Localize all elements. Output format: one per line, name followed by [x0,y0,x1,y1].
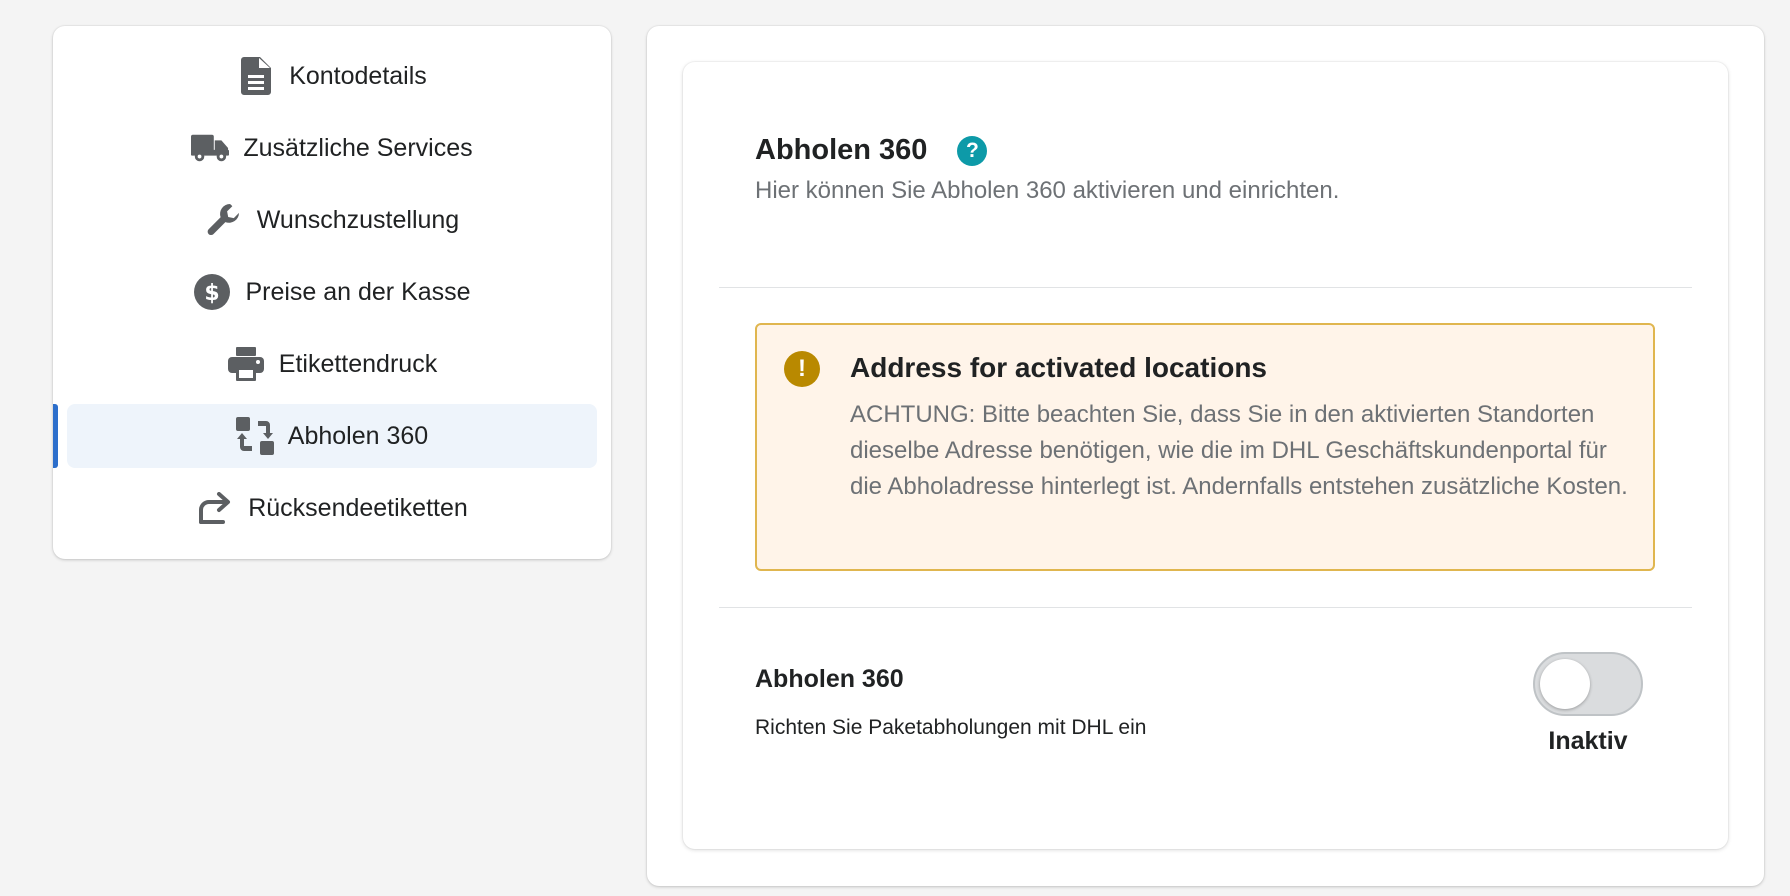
sidebar-item-abholen-360[interactable]: Abholen 360 [53,404,597,468]
setting-description: Richten Sie Paketabholungen mit DHL ein [755,716,1147,739]
printer-icon [227,345,265,383]
sidebar-item-label: Kontodetails [289,61,427,90]
svg-text:$: $ [205,281,220,306]
exchange-icon [235,417,274,455]
section-header: Abholen 360 ? Hier können Sie Abholen 36… [755,134,1655,205]
wrench-icon [205,201,243,239]
sidebar-item-kontodetails[interactable]: Kontodetails [67,44,597,108]
document-icon [237,57,275,95]
sidebar-item-zusaetzliche-services[interactable]: Zusätzliche Services [67,116,597,180]
abholen-settings-card: Abholen 360 ? Hier können Sie Abholen 36… [683,62,1728,849]
main-panel: Abholen 360 ? Hier können Sie Abholen 36… [647,26,1764,886]
truck-icon [191,129,230,167]
divider [719,287,1692,288]
sidebar-item-label: Wunschzustellung [256,205,460,234]
dollar-icon: $ [193,273,231,311]
sidebar-item-label: Zusätzliche Services [243,133,473,162]
sidebar-item-label: Preise an der Kasse [245,277,471,306]
divider [719,607,1692,608]
settings-sidebar: Kontodetails Zusätzliche Services Wunsch… [53,26,611,559]
question-icon[interactable]: ? [957,135,988,166]
sidebar-item-label: Abholen 360 [287,421,429,450]
setting-title: Abholen 360 [755,665,904,693]
sidebar-item-preise-an-der-kasse[interactable]: $ Preise an der Kasse [67,260,597,324]
banner-text: ACHTUNG: Bitte beachten Sie, dass Sie in… [850,401,1628,500]
return-arrow-icon [196,489,234,527]
abholen-360-toggle[interactable] [1533,652,1643,716]
warning-banner: ! Address for activated locations ACHTUN… [755,323,1655,571]
exclamation-icon: ! [784,351,820,387]
sidebar-item-label: Etikettendruck [278,349,438,378]
sidebar-item-wunschzustellung[interactable]: Wunschzustellung [67,188,597,252]
toggle-knob [1540,659,1590,709]
sidebar-item-ruecksendeetiketten[interactable]: Rücksendeetiketten [67,476,597,540]
section-title: Abholen 360 [755,134,928,166]
section-subtitle: Hier können Sie Abholen 360 aktivieren u… [755,177,1340,204]
sidebar-item-label: Rücksendeetiketten [248,493,468,522]
banner-title: Address for activated locations [850,352,1268,383]
sidebar-item-etikettendruck[interactable]: Etikettendruck [67,332,597,396]
toggle-status-label: Inaktiv [1548,727,1628,755]
